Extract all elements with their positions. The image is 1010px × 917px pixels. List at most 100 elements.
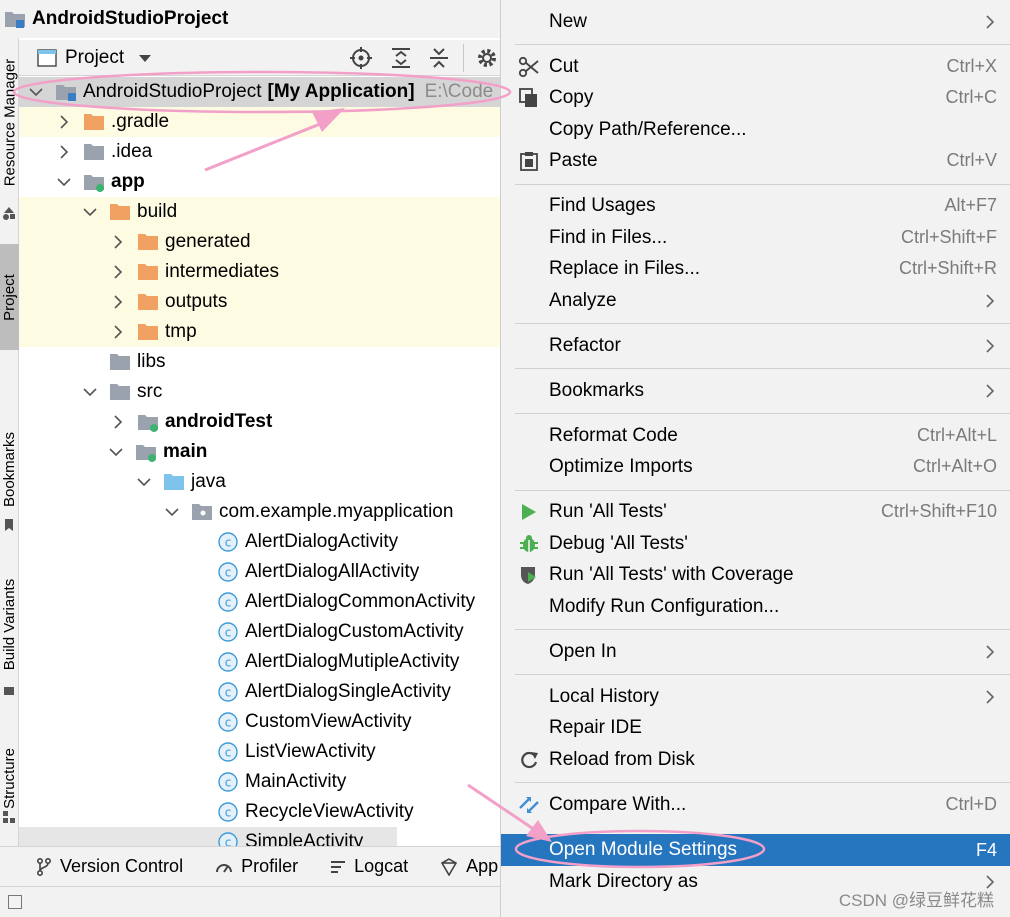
menu-item-find-in-files[interactable]: Find in Files... Ctrl+Shift+F [501,222,1010,253]
tree-row-outputs[interactable]: outputs [19,287,500,317]
chevron-right-icon [986,689,995,704]
tree-row-class[interactable]: c AlertDialogSingleActivity [19,677,500,707]
tree-row-intermediates[interactable]: intermediates [19,257,500,287]
app-inspection-tab[interactable]: App [440,856,498,877]
menu-item-repair-ide[interactable]: Repair IDE [501,712,1010,743]
tree-row-java[interactable]: java [19,467,500,497]
profiler-tab[interactable]: Profiler [215,856,298,877]
tree-row-class[interactable]: c AlertDialogActivity [19,527,500,557]
folder-icon [137,232,159,252]
side-tool-strip: Resource Manager Project Bookmarks Build… [0,38,19,846]
menu-item-compare-with[interactable]: Compare With... Ctrl+D [501,789,1010,820]
menu-item-run-all-tests[interactable]: Run 'All Tests' Ctrl+Shift+F10 [501,496,1010,527]
chevron-right-icon[interactable] [111,325,125,339]
menu-item-analyze[interactable]: Analyze [501,285,1010,316]
menu-item-reload-from-disk[interactable]: Reload from Disk [501,744,1010,775]
tree-row-build[interactable]: build [19,197,500,227]
tree-row-tmp[interactable]: tmp [19,317,500,347]
chevron-down-icon[interactable] [137,475,151,489]
project-tree: AndroidStudioProject [My Application] E:… [19,77,500,847]
tree-row-class[interactable]: c SimpleActivity [19,827,397,847]
tree-row-idea[interactable]: .idea [19,137,500,167]
tree-row-libs[interactable]: libs [19,347,500,377]
class-icon: c [217,532,239,552]
menu-item-run-with-coverage[interactable]: Run 'All Tests' with Coverage [501,559,1010,590]
logcat-tab[interactable]: Logcat [330,856,408,877]
menu-item-bookmarks[interactable]: Bookmarks [501,375,1010,406]
crosshair-icon [350,47,372,69]
expand-all-button[interactable] [389,46,413,70]
chevron-right-icon[interactable] [57,145,71,159]
tree-row-class[interactable]: c AlertDialogMutipleActivity [19,647,500,677]
chevron-down-icon[interactable] [109,445,123,459]
menu-separator [515,413,1010,414]
tree-row-class[interactable]: c MainActivity [19,767,500,797]
tree-row-androidtest[interactable]: androidTest [19,407,500,437]
menu-item-reformat-code[interactable]: Reformat Code Ctrl+Alt+L [501,420,1010,451]
menu-item-local-history[interactable]: Local History [501,681,1010,712]
tree-row-gradle[interactable]: .gradle [19,107,500,137]
tree-row-src[interactable]: src [19,377,500,407]
version-control-tab[interactable]: Version Control [36,856,183,877]
tree-row-app[interactable]: app [19,167,500,197]
chevron-down-icon[interactable] [29,85,43,99]
svg-text:c: c [225,536,232,550]
menu-item-open-in[interactable]: Open In [501,636,1010,667]
chevron-down-icon[interactable] [83,205,97,219]
chevron-down-icon[interactable] [165,505,179,519]
menu-separator [515,629,1010,630]
chevron-right-icon[interactable] [111,295,125,309]
menu-item-paste[interactable]: Paste Ctrl+V [501,145,1010,176]
layout-toggle-icon[interactable] [8,895,22,909]
menu-item-debug-all-tests[interactable]: Debug 'All Tests' [501,528,1010,559]
menu-item-cut[interactable]: Cut Ctrl+X [501,51,1010,82]
options-button[interactable] [475,46,499,70]
menu-item-optimize-imports[interactable]: Optimize Imports Ctrl+Alt+O [501,451,1010,482]
select-opened-file-button[interactable] [349,46,373,70]
tree-row-class[interactable]: c CustomViewActivity [19,707,500,737]
svg-text:c: c [225,776,232,790]
menu-item-replace-in-files[interactable]: Replace in Files... Ctrl+Shift+R [501,253,1010,284]
svg-text:c: c [225,566,232,580]
tree-row-package[interactable]: com.example.myapplication [19,497,500,527]
chevron-down-icon[interactable] [57,175,71,189]
tab-resource-manager[interactable]: Resource Manager [0,42,19,202]
svg-text:c: c [225,626,232,640]
scissors-icon [517,55,541,79]
menu-item-modify-run-config[interactable]: Modify Run Configuration... [501,591,1010,622]
chevron-right-icon[interactable] [111,415,125,429]
tree-row-class[interactable]: c AlertDialogCustomActivity [19,617,500,647]
tree-row-main[interactable]: main [19,437,500,467]
tree-row-class[interactable]: c ListViewActivity [19,737,500,767]
class-icon: c [217,802,239,822]
folder-icon [83,112,105,132]
tree-row-class[interactable]: c RecycleViewActivity [19,797,500,827]
collapse-all-button[interactable] [427,46,451,70]
compare-icon [517,793,541,817]
chevron-right-icon[interactable] [111,265,125,279]
tab-bookmarks[interactable]: Bookmarks [0,414,19,524]
copy-icon [517,86,541,110]
project-view-selector[interactable]: Project [65,47,124,69]
chevron-right-icon[interactable] [111,235,125,249]
menu-item-find-usages[interactable]: Find Usages Alt+F7 [501,190,1010,221]
project-folder-icon [5,12,25,28]
tree-row-generated[interactable]: generated [19,227,500,257]
chevron-down-icon[interactable] [83,385,97,399]
menu-item-copy[interactable]: Copy Ctrl+C [501,82,1010,113]
tab-build-variants[interactable]: Build Variants [0,564,19,684]
logcat-icon [331,860,346,873]
chevron-down-icon[interactable] [138,53,152,63]
chevron-right-icon[interactable] [57,115,71,129]
tree-row-class[interactable]: c AlertDialogAllActivity [19,557,500,587]
menu-item-copy-path[interactable]: Copy Path/Reference... [501,114,1010,145]
tab-project[interactable]: Project [0,244,19,350]
class-icon: c [217,562,239,582]
menu-item-refactor[interactable]: Refactor [501,330,1010,361]
structure-icon [3,811,15,823]
menu-item-new[interactable]: New [501,6,1010,37]
menu-separator [515,323,1010,324]
menu-item-open-module-settings[interactable]: Open Module Settings F4 [501,834,1010,866]
tree-row-class[interactable]: c AlertDialogCommonActivity [19,587,500,617]
tree-row-root[interactable]: AndroidStudioProject [My Application] E:… [19,77,500,107]
